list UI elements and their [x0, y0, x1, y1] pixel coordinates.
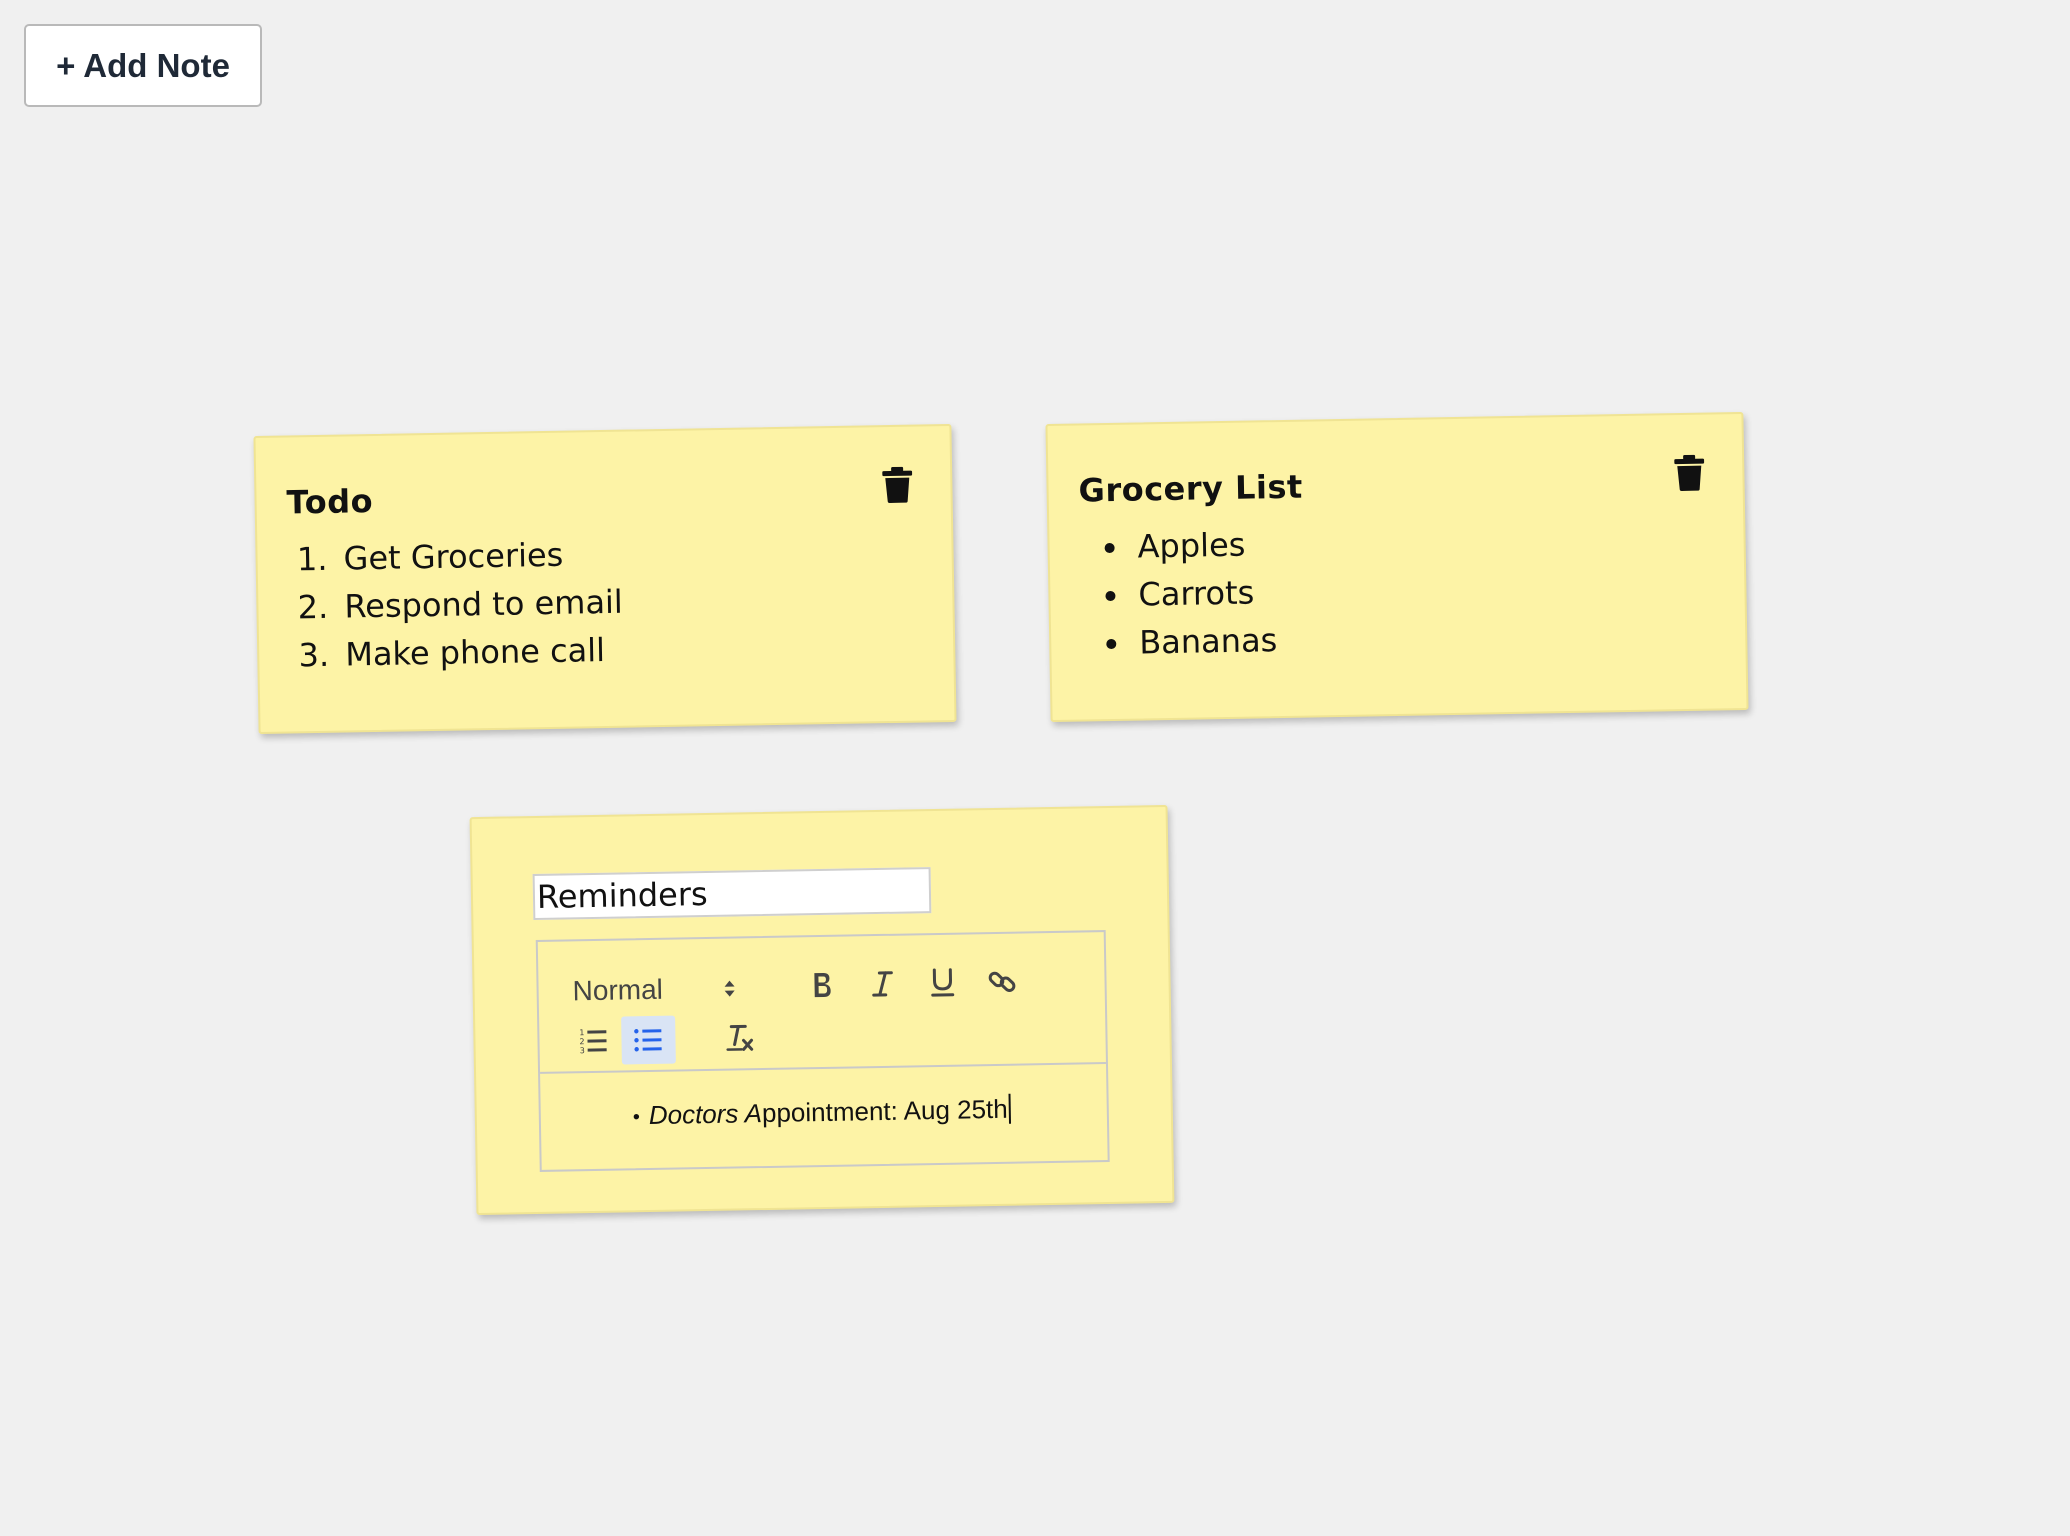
underline-button[interactable]: [918, 958, 967, 1007]
notes-board: + Add Note Todo Get Groceries Respond to…: [0, 0, 2070, 1536]
bold-icon: [809, 970, 836, 1000]
note-title-input[interactable]: [532, 867, 932, 921]
todo-list: Get Groceries Respond to email Make phon…: [287, 530, 624, 680]
bullet-list-icon: [633, 1025, 664, 1056]
trash-icon[interactable]: [1674, 454, 1705, 492]
list-item: Apples: [1131, 520, 1276, 571]
italic-text: Doctors A: [648, 1098, 763, 1131]
ordered-list-button[interactable]: 1 2 3: [569, 1017, 618, 1066]
format-select-value: Normal: [572, 973, 664, 1007]
text-caret: [1008, 1093, 1011, 1124]
grocery-list: Apples Carrots Bananas: [1079, 520, 1277, 667]
clear-format-button[interactable]: [715, 1014, 764, 1063]
trash-icon[interactable]: [882, 466, 913, 504]
add-note-button[interactable]: + Add Note: [24, 24, 262, 107]
select-arrows-icon: [722, 976, 736, 1000]
list-item: Respond to email: [338, 578, 623, 631]
bullet-marker: •: [632, 1106, 641, 1129]
reminder-line: Doctors Appointment: Aug 25th: [631, 1093, 1011, 1131]
link-icon: [986, 966, 1019, 999]
format-select[interactable]: Normal: [572, 966, 753, 1013]
link-button[interactable]: [978, 957, 1027, 1006]
italic-button[interactable]: [858, 960, 907, 1009]
svg-text:3: 3: [580, 1046, 585, 1055]
list-item: Make phone call: [339, 626, 624, 679]
list-item: Get Groceries: [337, 530, 622, 583]
list-item: Carrots: [1132, 568, 1277, 619]
bold-button[interactable]: [798, 961, 847, 1010]
note-card-editing[interactable]: Normal: [469, 804, 1175, 1216]
italic-icon: [869, 969, 896, 999]
svg-text:2: 2: [579, 1037, 584, 1046]
ordered-list-icon: 1 2 3: [578, 1026, 609, 1057]
note-title: Todo: [286, 482, 374, 522]
svg-text:1: 1: [579, 1028, 584, 1037]
bullet-list-button[interactable]: [621, 1015, 676, 1065]
editor-toolbar: Normal 1 2 3: [537, 932, 1106, 1074]
plain-text: ppointment: Aug 25th: [761, 1093, 1008, 1129]
note-card-grocery-list[interactable]: Grocery List Apples Carrots Bananas: [1045, 411, 1749, 723]
clear-format-icon: [723, 1022, 756, 1055]
note-card-todo[interactable]: Todo Get Groceries Respond to email Make…: [253, 423, 957, 735]
editor-content[interactable]: • Doctors Appointment: Aug 25th: [540, 1064, 1107, 1133]
note-title: Grocery List: [1078, 467, 1304, 510]
underline-icon: [929, 967, 956, 999]
rich-text-editor[interactable]: Normal 1 2 3 • Doctors Appointment: Aug …: [535, 930, 1110, 1172]
list-item: Bananas: [1133, 616, 1278, 667]
